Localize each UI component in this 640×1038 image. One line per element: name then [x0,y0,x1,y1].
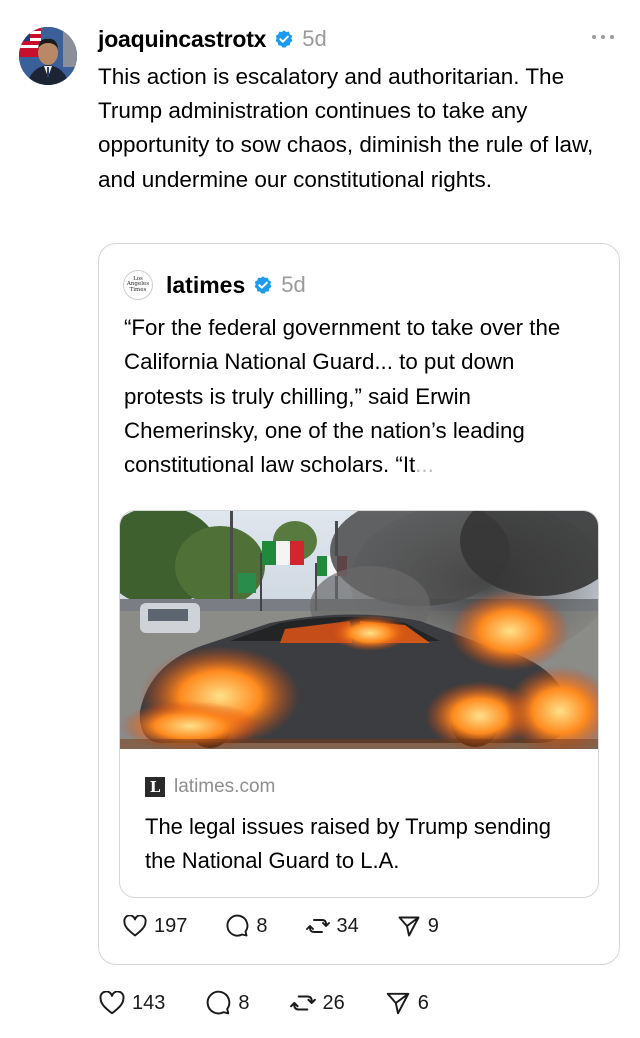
link-domain: latimes.com [174,776,276,797]
verified-badge-icon [254,276,272,294]
quoted-post-card[interactable]: Los Angeles Times latimes 5d “For the fe… [98,243,620,965]
quoted-repost-count: 34 [336,914,359,937]
repost-button[interactable]: 26 [289,990,345,1016]
verified-badge-icon [275,30,293,48]
burning-car-image [120,511,598,749]
quoted-share-button[interactable]: 9 [397,914,439,938]
reply-bubble-icon [207,990,231,1015]
link-title[interactable]: The legal issues raised by Trump sending… [145,810,585,878]
post-text: This action is escalatory and authoritar… [98,64,594,192]
like-button[interactable]: 143 [99,991,165,1015]
share-count: 6 [417,991,429,1014]
quoted-like-button[interactable]: 197 [123,915,187,938]
send-icon [386,992,410,1015]
more-dot [601,35,605,39]
quoted-like-count: 197 [154,914,188,937]
more-dot [610,35,614,39]
quoted-text-main: “For the federal government to take over… [124,315,561,478]
heart-icon [99,991,125,1015]
quoted-share-count: 9 [427,914,439,937]
heart-icon [123,915,147,937]
quoted-reply-count: 8 [256,914,268,937]
latimes-avatar[interactable]: Los Angeles Times [123,270,153,300]
quoted-username[interactable]: latimes [166,272,245,299]
quoted-action-bar: 197 8 34 9 [123,914,439,938]
share-button[interactable]: 6 [385,990,429,1016]
post-action-bar: 143 8 26 6 [99,990,429,1016]
reply-bubble-icon [226,914,249,937]
post-timestamp: 5d [302,26,327,51]
more-options-icon[interactable] [592,30,614,44]
reply-count: 8 [238,991,250,1014]
latimes-favicon-icon: L [145,777,165,797]
quoted-text-ellipsis: ... [415,452,434,478]
more-dot [592,35,596,39]
link-preview-card[interactable]: L latimes.com The legal issues raised by… [119,510,599,898]
quoted-text: “For the federal government to take over… [124,311,599,482]
like-count: 143 [132,991,166,1014]
avatar-text-line: Times [129,286,147,293]
author-username[interactable]: joaquincastrotx [98,26,266,53]
send-icon [398,916,420,937]
reply-button[interactable]: 8 [205,990,250,1016]
author-avatar[interactable] [19,27,77,85]
quoted-reply-button[interactable]: 8 [225,914,268,938]
quoted-timestamp: 5d [281,272,306,297]
repost-count: 26 [322,991,345,1014]
repost-icon [305,919,330,933]
quoted-repost-button[interactable]: 34 [305,914,359,938]
repost-icon [289,995,316,1011]
avatar-photo [19,27,77,85]
